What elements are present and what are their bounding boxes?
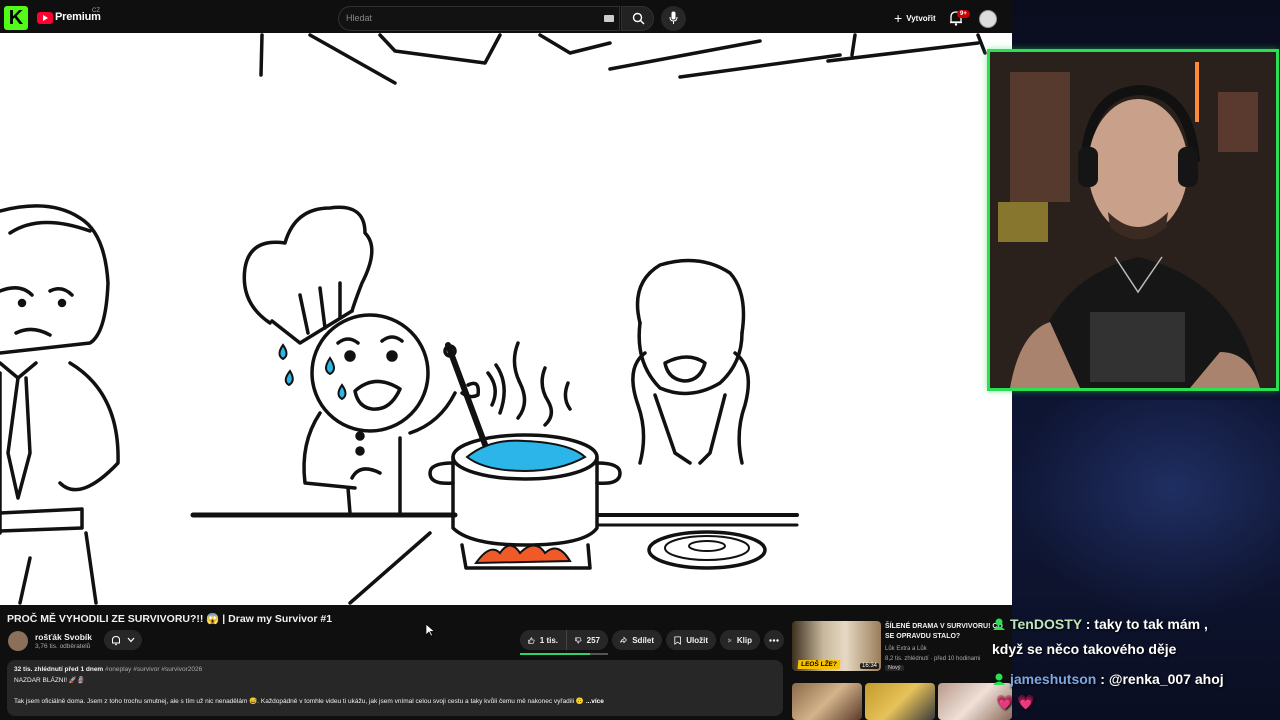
like-ratio-fill <box>520 653 591 655</box>
save-label: Uložit <box>686 635 708 645</box>
description-meta: 32 tis. zhlédnutí před 1 dnem #oneplay #… <box>14 666 202 673</box>
kick-logo[interactable]: K <box>4 6 28 30</box>
video-frame-drawing <box>0 33 987 605</box>
bookmark-icon <box>674 635 681 645</box>
thumbnail-banner: LEOŠ LŽE? <box>797 660 841 669</box>
search-input[interactable] <box>338 6 620 31</box>
clip-button[interactable]: Klip <box>720 630 760 650</box>
like-button[interactable]: 1 tis. <box>520 630 566 650</box>
region-code: CZ <box>92 8 100 14</box>
streamer-image <box>990 52 1276 388</box>
more-actions-button[interactable] <box>764 630 784 650</box>
keyboard-icon[interactable] <box>604 15 614 22</box>
share-button[interactable]: Sdílet <box>612 630 662 650</box>
notification-badge: 9+ <box>957 10 970 18</box>
search-placeholder: Hledat <box>346 13 373 23</box>
chat-message: TenDOSTY : taky to tak mám , <box>992 612 1280 637</box>
description-text: Tak jsem oficiálně doma. Jsem z toho tro… <box>14 697 604 705</box>
like-ratio-bar <box>520 653 608 655</box>
chat-message: jameshutson : @renka_007 ahoj <box>992 667 1280 692</box>
chat-text: @renka_007 ahoj <box>1108 671 1224 687</box>
scissors-icon <box>728 638 732 642</box>
user-badge-icon <box>993 618 1005 630</box>
account-avatar[interactable] <box>979 10 997 28</box>
plus-icon: + <box>894 10 903 26</box>
chevron-down-icon <box>127 637 135 643</box>
clip-label: Klip <box>736 635 752 645</box>
chat-text: taky to tak mám , <box>1094 616 1208 632</box>
microphone-icon <box>669 11 678 24</box>
stream-chat: TenDOSTY : taky to tak mám , když se něc… <box>992 612 1280 712</box>
like-count: 1 tis. <box>539 635 558 645</box>
create-label: Vytvořit <box>906 13 936 23</box>
recommended-channel[interactable]: Lůk Extra a Lůk <box>885 646 927 652</box>
search-icon <box>632 12 645 25</box>
chat-message-continuation: když se něco takového děje <box>992 641 1177 657</box>
video-title: PROČ MĚ VYHODILI ZE SURVIVORU?!! 😱 | Dra… <box>7 613 333 625</box>
youtube-logo-icon[interactable] <box>37 12 53 24</box>
bell-icon <box>112 635 120 645</box>
shorts-thumbnail[interactable] <box>865 683 935 720</box>
dislike-count: 257 <box>586 635 600 645</box>
shorts-thumbnail[interactable] <box>792 683 862 720</box>
chat-separator: : <box>1096 671 1109 687</box>
views-date: 32 tis. zhlédnutí před 1 dnem <box>14 666 104 673</box>
subscribed-button[interactable] <box>104 630 142 650</box>
share-label: Sdílet <box>632 635 654 645</box>
description-body: Tak jsem oficiálně doma. Jsem z toho tro… <box>14 698 585 705</box>
recommended-thumbnail[interactable]: LEOŠ LŽE? 16:34 <box>792 621 881 671</box>
save-button[interactable]: Uložit <box>666 630 716 650</box>
overlay-glow <box>1012 400 1280 620</box>
subscriber-count: 3,76 tis. odběratelů <box>35 643 91 650</box>
mouse-cursor-icon <box>426 624 435 637</box>
channel-avatar[interactable] <box>8 631 28 651</box>
description-greeting: NAZDAR BLÁZNI! 🚀🗿 <box>14 677 86 684</box>
thumbs-up-icon <box>528 636 535 644</box>
webcam-feed <box>990 52 1276 388</box>
chat-username[interactable]: TenDOSTY <box>1010 616 1082 632</box>
share-icon <box>620 636 628 644</box>
recommended-meta: 8,2 tis. zhlédnutí · před 10 hodinami <box>885 656 981 662</box>
hashtags[interactable]: #oneplay #survivor #survivor2026 <box>105 666 202 673</box>
more-horizontal-icon <box>769 638 779 642</box>
new-badge: Nový <box>885 665 904 671</box>
dislike-button[interactable]: 257 <box>566 630 608 650</box>
video-duration: 16:34 <box>859 663 879 669</box>
channel-name[interactable]: rošťák Svobík <box>35 632 92 642</box>
chat-username[interactable]: jameshutson <box>1010 671 1096 687</box>
user-badge-icon <box>993 673 1005 685</box>
create-button[interactable]: + Vytvořit <box>890 8 940 28</box>
youtube-window: K Premium CZ Hledat + Vytvořit 9+ PROČ M… <box>0 0 1012 720</box>
chat-emotes: 💗 💗 <box>996 694 1035 710</box>
voice-search-button[interactable] <box>661 6 686 31</box>
chat-separator: : <box>1081 616 1095 632</box>
more-link[interactable]: ...více <box>586 698 604 705</box>
search-button[interactable] <box>621 6 654 31</box>
thumbs-down-icon <box>575 636 582 644</box>
recommended-title[interactable]: ŠÍLENÉ DRAMA V SURVIVORU! CO SE OPRAVDU … <box>885 622 1005 641</box>
video-player[interactable] <box>0 33 1012 605</box>
